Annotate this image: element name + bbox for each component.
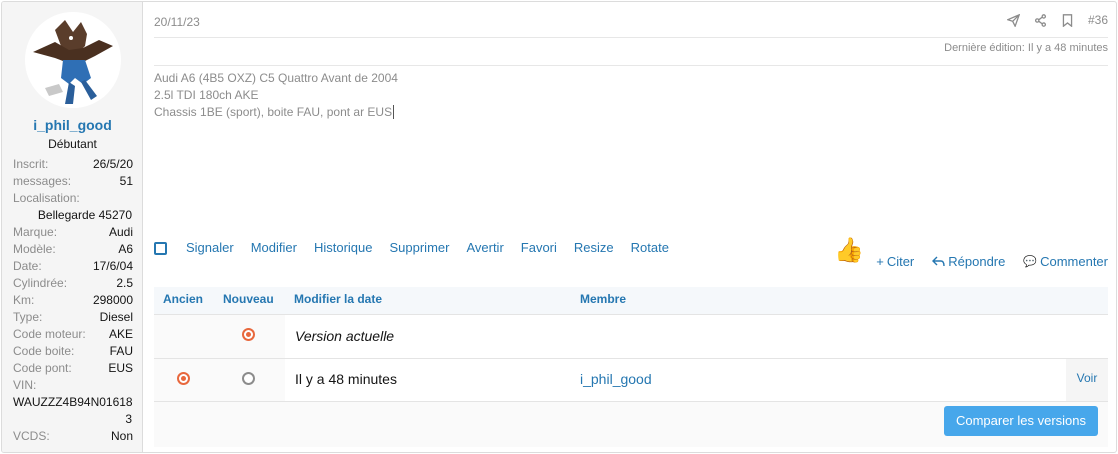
col-new: Nouveau <box>223 292 274 306</box>
action-resize[interactable]: Resize <box>574 240 614 255</box>
history-member[interactable]: i_phil_good <box>580 371 652 387</box>
info-row: Date: 17/6/04 <box>13 259 133 273</box>
action-supprimer[interactable]: Supprimer <box>389 240 449 255</box>
post-main: 20/11/23 #36 Dernière édition: Il y a 48… <box>154 2 1108 452</box>
post-actions: Signaler Modifier Historique Supprimer A… <box>154 239 686 255</box>
info-row: Type: Diesel <box>13 310 133 324</box>
divider <box>154 37 1108 38</box>
info-row: Cylindrée: 2.5 <box>13 276 133 290</box>
info-location: Bellegarde 45270 <box>37 208 132 222</box>
divider <box>154 65 1108 66</box>
avatar[interactable] <box>25 12 121 108</box>
post-date[interactable]: 20/11/23 <box>154 15 200 29</box>
info-row: Modèle: A6 <box>13 242 133 256</box>
info-row: Code pont: EUS <box>13 361 133 375</box>
reply-button[interactable]: Répondre <box>932 254 1005 269</box>
col-date: Modifier la date <box>294 292 383 306</box>
radio-new[interactable] <box>242 372 255 385</box>
action-modifier[interactable]: Modifier <box>251 240 297 255</box>
info-row: Code boite: FAU <box>13 344 133 358</box>
post-body: Audi A6 (4B5 OXZ) C5 Quattro Avant de 20… <box>154 70 398 121</box>
reply-icon <box>932 256 945 267</box>
history-row-current: Version actuelle <box>154 315 1108 359</box>
history-row: Il y a 48 minutes i_phil_good Voir <box>154 359 1108 402</box>
compare-versions-button[interactable]: Comparer les versions <box>943 406 1098 436</box>
comment-icon: 💬 <box>1023 256 1038 268</box>
info-row: Marque: Audi <box>13 225 133 239</box>
share-icon[interactable] <box>1034 13 1047 27</box>
last-edited: Dernière édition: Il y a 48 minutes <box>944 42 1108 54</box>
info-row: Localisation: <box>13 191 80 205</box>
select-checkbox[interactable] <box>154 242 167 255</box>
info-row: Km: 298000 <box>13 293 133 307</box>
post-line: Audi A6 (4B5 OXZ) C5 Quattro Avant de 20… <box>154 71 398 85</box>
action-historique[interactable]: Historique <box>314 240 373 255</box>
send-icon[interactable] <box>1006 13 1020 27</box>
post-container: i_phil_good Débutant Inscrit: 26/5/20 mes… <box>1 1 1117 453</box>
action-avertir[interactable]: Avertir <box>466 240 503 255</box>
quote-button[interactable]: + Citer <box>876 254 914 269</box>
user-title: Débutant <box>48 137 97 151</box>
like-icon[interactable]: 👍 <box>834 236 864 265</box>
info-row: VCDS: Non <box>13 429 133 443</box>
view-button[interactable]: Voir <box>1066 359 1108 401</box>
post-toolbar: #36 <box>1006 13 1108 27</box>
history-table: Ancien Nouveau Modifier la date Membre V… <box>154 287 1108 447</box>
comment-button[interactable]: 💬 Commenter <box>1023 254 1108 269</box>
reply-actions: + Citer Répondre 💬 Commenter <box>876 254 1108 269</box>
col-old: Ancien <box>163 292 204 306</box>
post-line: 2.5l TDI 180ch AKE <box>154 88 259 102</box>
radio-old[interactable] <box>177 372 190 385</box>
col-member: Membre <box>580 292 627 306</box>
action-favori[interactable]: Favori <box>521 240 557 255</box>
action-signaler[interactable]: Signaler <box>186 240 234 255</box>
history-date: Il y a 48 minutes <box>295 371 397 387</box>
bookmark-icon[interactable] <box>1061 13 1074 27</box>
username[interactable]: i_phil_good <box>2 117 143 133</box>
plus-icon: + <box>876 254 884 269</box>
user-sidebar: i_phil_good Débutant Inscrit: 26/5/20 mes… <box>2 2 143 452</box>
info-row: VIN: <box>13 378 37 392</box>
info-row: Inscrit: 26/5/20 <box>13 157 133 171</box>
info-vin: WAUZZZ4B94N01618 <box>13 395 133 409</box>
action-rotate[interactable]: Rotate <box>631 240 669 255</box>
post-line: Chassis 1BE (sport), boite FAU, pont ar … <box>154 105 395 119</box>
info-row: Code moteur: AKE <box>13 327 133 341</box>
radio-new-current[interactable] <box>242 328 255 341</box>
info-row: messages: 51 <box>13 174 133 188</box>
history-header: Ancien Nouveau Modifier la date Membre <box>154 287 1108 315</box>
current-version-label: Version actuelle <box>295 328 395 344</box>
info-vin-cont: 3 <box>125 412 132 426</box>
post-number[interactable]: #36 <box>1088 13 1108 27</box>
